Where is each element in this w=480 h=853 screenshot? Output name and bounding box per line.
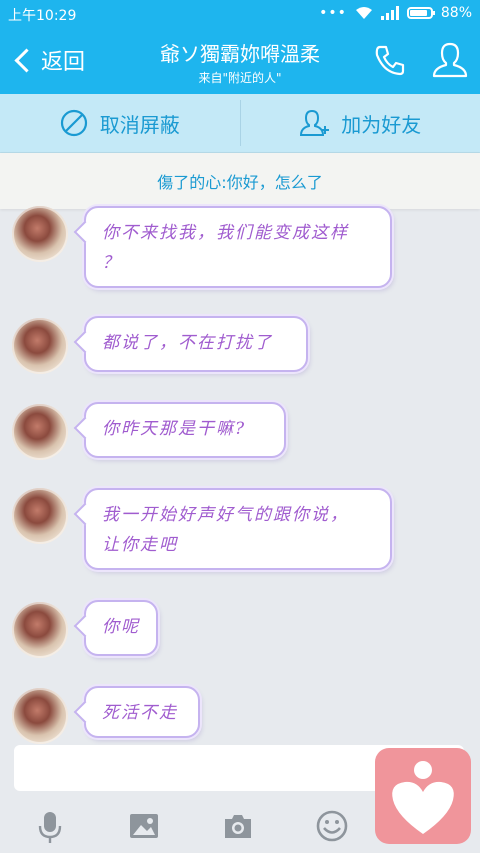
chat-subtitle: 来自"附近的人" xyxy=(198,71,282,85)
last-message-notice[interactable]: 傷了的心:你好，怎么了 xyxy=(0,153,480,209)
profile-icon[interactable] xyxy=(430,40,470,80)
chat-title-block: 爺ソ獨霸妳嘚溫柔 来自"附近的人" xyxy=(110,38,370,86)
back-button[interactable]: 返回 xyxy=(10,42,85,78)
notice-text: 傷了的心:你好，怎么了 xyxy=(157,173,323,192)
avatar[interactable] xyxy=(12,318,68,374)
title-bar: 返回 爺ソ獨霸妳嘚溫柔 来自"附近的人" xyxy=(0,28,480,94)
battery-icon xyxy=(406,7,435,19)
avatar[interactable] xyxy=(12,488,68,544)
status-icons: ••• 88% xyxy=(319,5,472,21)
phone-icon[interactable] xyxy=(372,42,408,78)
message-text-line: ？ xyxy=(102,253,121,273)
battery-percent: 88% xyxy=(440,5,472,21)
message-text-line: 我一开始好声好气的跟你说， xyxy=(102,505,349,525)
camera-icon[interactable] xyxy=(218,806,258,846)
battery-fill xyxy=(409,10,428,16)
avatar[interactable] xyxy=(12,602,68,658)
message-text-line: 让你走吧 xyxy=(102,535,178,555)
emoji-icon[interactable] xyxy=(312,806,352,846)
heart-icon xyxy=(392,761,454,834)
message-bubble[interactable]: 你不来找我，我们能变成这样 ？ xyxy=(84,206,392,288)
floating-heart-button[interactable] xyxy=(375,748,471,844)
message-bubble[interactable]: 你呢 xyxy=(84,600,158,656)
back-label: 返回 xyxy=(41,50,86,75)
image-icon[interactable] xyxy=(124,806,164,846)
mic-icon[interactable] xyxy=(30,806,70,846)
add-friend-button[interactable]: 加为好友 xyxy=(241,94,480,152)
add-friend-icon xyxy=(300,109,330,136)
message-text-line: 你不来找我，我们能变成这样 xyxy=(102,223,349,243)
message-text-line: 死活不走 xyxy=(102,703,178,723)
message-text-line: 你呢 xyxy=(102,617,140,637)
avatar[interactable] xyxy=(12,404,68,460)
message-text-line: 都说了，不在打扰了 xyxy=(102,333,273,353)
block-icon xyxy=(60,109,87,137)
chevron-left-icon xyxy=(14,47,39,73)
message-bubble[interactable]: 我一开始好声好气的跟你说， 让你走吧 xyxy=(84,488,392,570)
message-bubble[interactable]: 都说了，不在打扰了 xyxy=(84,316,308,372)
status-dots: ••• xyxy=(319,5,347,21)
action-bar: 取消屏蔽 加为好友 xyxy=(0,94,480,153)
signal-icon xyxy=(380,6,399,20)
message-text-line: 你昨天那是干嘛? xyxy=(102,419,247,439)
unblock-button[interactable]: 取消屏蔽 xyxy=(0,94,240,152)
avatar[interactable] xyxy=(12,688,68,744)
unblock-label: 取消屏蔽 xyxy=(99,112,180,137)
wifi-icon xyxy=(355,7,372,19)
message-bubble[interactable]: 你昨天那是干嘛? xyxy=(84,402,286,458)
add-friend-label: 加为好友 xyxy=(341,112,422,137)
avatar[interactable] xyxy=(12,206,68,262)
status-bar: 上午10:29 ••• 88% xyxy=(0,0,480,28)
message-bubble[interactable]: 死活不走 xyxy=(84,686,200,738)
chat-title: 爺ソ獨霸妳嘚溫柔 xyxy=(160,42,320,66)
status-time: 上午10:29 xyxy=(8,8,77,24)
